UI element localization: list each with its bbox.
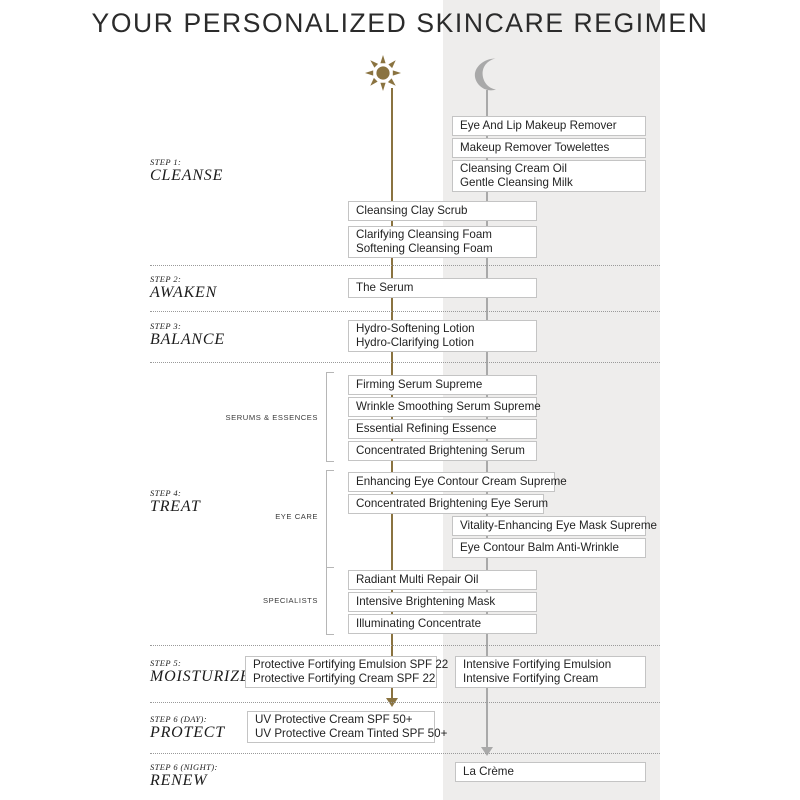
product-box[interactable]: Eye Contour Balm Anti-Wrinkle [452, 538, 646, 558]
step-kicker: STEP 3: [150, 321, 182, 331]
step-label-awaken: STEP 2: AWAKEN [150, 274, 218, 303]
product-box[interactable]: Cleansing Cream Oil Gentle Cleansing Mil… [452, 160, 646, 192]
step-kicker: STEP 6 (NIGHT): [150, 762, 218, 772]
product-box[interactable]: The Serum [348, 278, 537, 298]
product-line: Protective Fortifying Cream SPF 22 [253, 672, 436, 685]
step-name: TREAT [150, 498, 201, 516]
step-label-treat: STEP 4: TREAT [150, 488, 201, 517]
product-line: Firming Serum Supreme [356, 377, 483, 391]
product-line: Enhancing Eye Contour Cream Supreme [356, 474, 567, 488]
step-label-protect: STEP 6 (DAY): PROTECT [150, 714, 225, 743]
step-name: PROTECT [150, 724, 225, 742]
sun-icon [365, 55, 401, 91]
product-line: Concentrated Brightening Eye Serum [356, 496, 549, 510]
product-box[interactable]: Cleansing Clay Scrub [348, 201, 537, 221]
product-box[interactable]: UV Protective Cream SPF 50+ UV Protectiv… [247, 711, 448, 743]
moon-icon [471, 57, 503, 91]
step-kicker: STEP 2: [150, 274, 182, 284]
page-title: YOUR PERSONALIZED SKINCARE REGIMEN [91, 8, 709, 38]
product-box[interactable]: Hydro-Softening Lotion Hydro-Clarifying … [348, 320, 537, 352]
product-line: The Serum [356, 280, 414, 294]
product-box[interactable]: Clarifying Cleansing Foam Softening Clea… [348, 226, 537, 258]
night-flow-arrow [481, 747, 493, 756]
product-line: Eye And Lip Makeup Remover [460, 118, 617, 132]
product-box[interactable]: Concentrated Brightening Serum [348, 441, 537, 461]
product-line: Intensive Brightening Mask [356, 594, 496, 608]
product-box[interactable]: Radiant Multi Repair Oil [348, 570, 537, 590]
product-box[interactable]: Enhancing Eye Contour Cream Supreme [348, 472, 567, 492]
group-label-serums: SERUMS & ESSENCES [225, 413, 318, 422]
product-box[interactable]: Intensive Brightening Mask [348, 592, 537, 612]
section-rule-1 [150, 265, 660, 266]
product-line: Clarifying Cleansing Foam [356, 227, 492, 241]
section-rule-5 [150, 702, 660, 703]
product-box[interactable]: Firming Serum Supreme [348, 375, 537, 395]
product-line: Wrinkle Smoothing Serum Supreme [356, 399, 541, 413]
product-box[interactable]: Intensive Fortifying Emulsion Intensive … [455, 656, 646, 688]
step-label-renew: STEP 6 (NIGHT): RENEW [150, 762, 218, 791]
bracket-specialists [326, 567, 334, 635]
bracket-eye-care [326, 470, 334, 568]
product-line: La Crème [463, 764, 514, 778]
product-box[interactable]: Eye And Lip Makeup Remover [452, 116, 646, 136]
product-line: Hydro-Clarifying Lotion [356, 336, 474, 349]
product-line: Protective Fortifying Emulsion SPF 22 [253, 657, 449, 671]
section-rule-3 [150, 362, 660, 363]
group-label-specialists: SPECIALISTS [262, 596, 318, 605]
product-box[interactable]: Vitality-Enhancing Eye Mask Supreme [452, 516, 657, 536]
step-name: MOISTURIZE [150, 668, 251, 686]
product-line: UV Protective Cream Tinted SPF 50+ [255, 727, 448, 740]
product-line: UV Protective Cream SPF 50+ [255, 712, 413, 726]
product-line: Intensive Fortifying Cream [463, 672, 599, 685]
step-name: BALANCE [150, 331, 225, 349]
step-name: AWAKEN [150, 284, 218, 302]
product-line: Hydro-Softening Lotion [356, 321, 475, 335]
product-line: Makeup Remover Towelettes [460, 140, 610, 154]
product-box[interactable]: Illuminating Concentrate [348, 614, 537, 634]
product-box[interactable]: Essential Refining Essence [348, 419, 537, 439]
section-rule-2 [150, 311, 660, 312]
regimen-chart: YOUR PERSONALIZED SKINCARE REGIMEN STEP … [0, 0, 800, 800]
product-line: Radiant Multi Repair Oil [356, 572, 479, 586]
product-line: Cleansing Cream Oil [460, 161, 567, 175]
product-box[interactable]: Wrinkle Smoothing Serum Supreme [348, 397, 541, 417]
step-label-moisturize: STEP 5: MOISTURIZE [150, 658, 251, 687]
step-name: RENEW [150, 772, 208, 790]
step-label-balance: STEP 3: BALANCE [150, 321, 225, 350]
step-name: CLEANSE [150, 167, 224, 185]
product-line: Intensive Fortifying Emulsion [463, 657, 612, 671]
step-kicker: STEP 1: [150, 157, 182, 167]
step-label-cleanse: STEP 1: CLEANSE [150, 157, 224, 186]
section-rule-4 [150, 645, 660, 646]
section-rule-6 [150, 753, 660, 754]
product-box[interactable]: La Crème [455, 762, 646, 782]
step-kicker: STEP 5: [150, 658, 182, 668]
product-line: Vitality-Enhancing Eye Mask Supreme [460, 518, 657, 532]
group-label-eye-care: EYE CARE [275, 512, 318, 521]
bracket-serums [326, 372, 334, 462]
product-line: Concentrated Brightening Serum [356, 443, 525, 457]
product-box[interactable]: Concentrated Brightening Eye Serum [348, 494, 549, 514]
step-kicker: STEP 4: [150, 488, 182, 498]
product-line: Cleansing Clay Scrub [356, 203, 468, 217]
product-line: Eye Contour Balm Anti-Wrinkle [460, 540, 619, 554]
product-line: Gentle Cleansing Milk [460, 176, 573, 189]
product-box[interactable]: Makeup Remover Towelettes [452, 138, 646, 158]
product-line: Essential Refining Essence [356, 421, 497, 435]
product-line: Illuminating Concentrate [356, 616, 482, 630]
product-box[interactable]: Protective Fortifying Emulsion SPF 22 Pr… [245, 656, 449, 688]
step-kicker: STEP 6 (DAY): [150, 714, 207, 724]
product-line: Softening Cleansing Foam [356, 242, 493, 255]
